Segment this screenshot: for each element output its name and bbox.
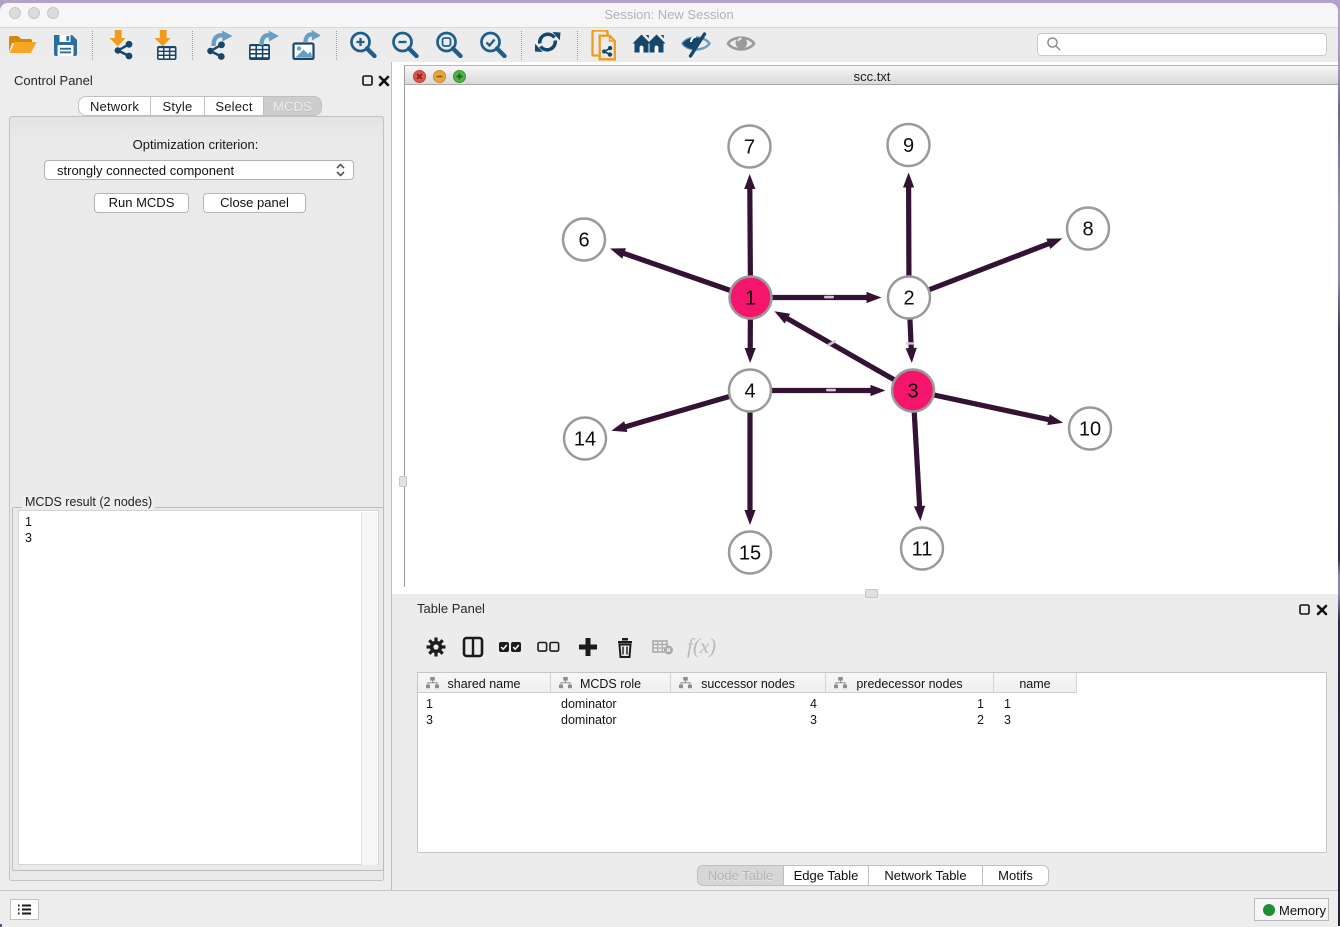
svg-text:1: 1	[745, 288, 756, 310]
svg-text:15: 15	[739, 543, 761, 565]
svg-text:14: 14	[574, 429, 596, 451]
svg-text:4: 4	[744, 381, 755, 403]
svg-text:2: 2	[903, 288, 914, 310]
svg-text:10: 10	[1079, 419, 1101, 441]
svg-text:6: 6	[578, 230, 589, 252]
svg-text:8: 8	[1082, 219, 1093, 241]
svg-text:9: 9	[903, 135, 914, 157]
svg-text:3: 3	[907, 381, 918, 403]
svg-text:7: 7	[744, 137, 755, 159]
svg-text:11: 11	[912, 539, 933, 561]
